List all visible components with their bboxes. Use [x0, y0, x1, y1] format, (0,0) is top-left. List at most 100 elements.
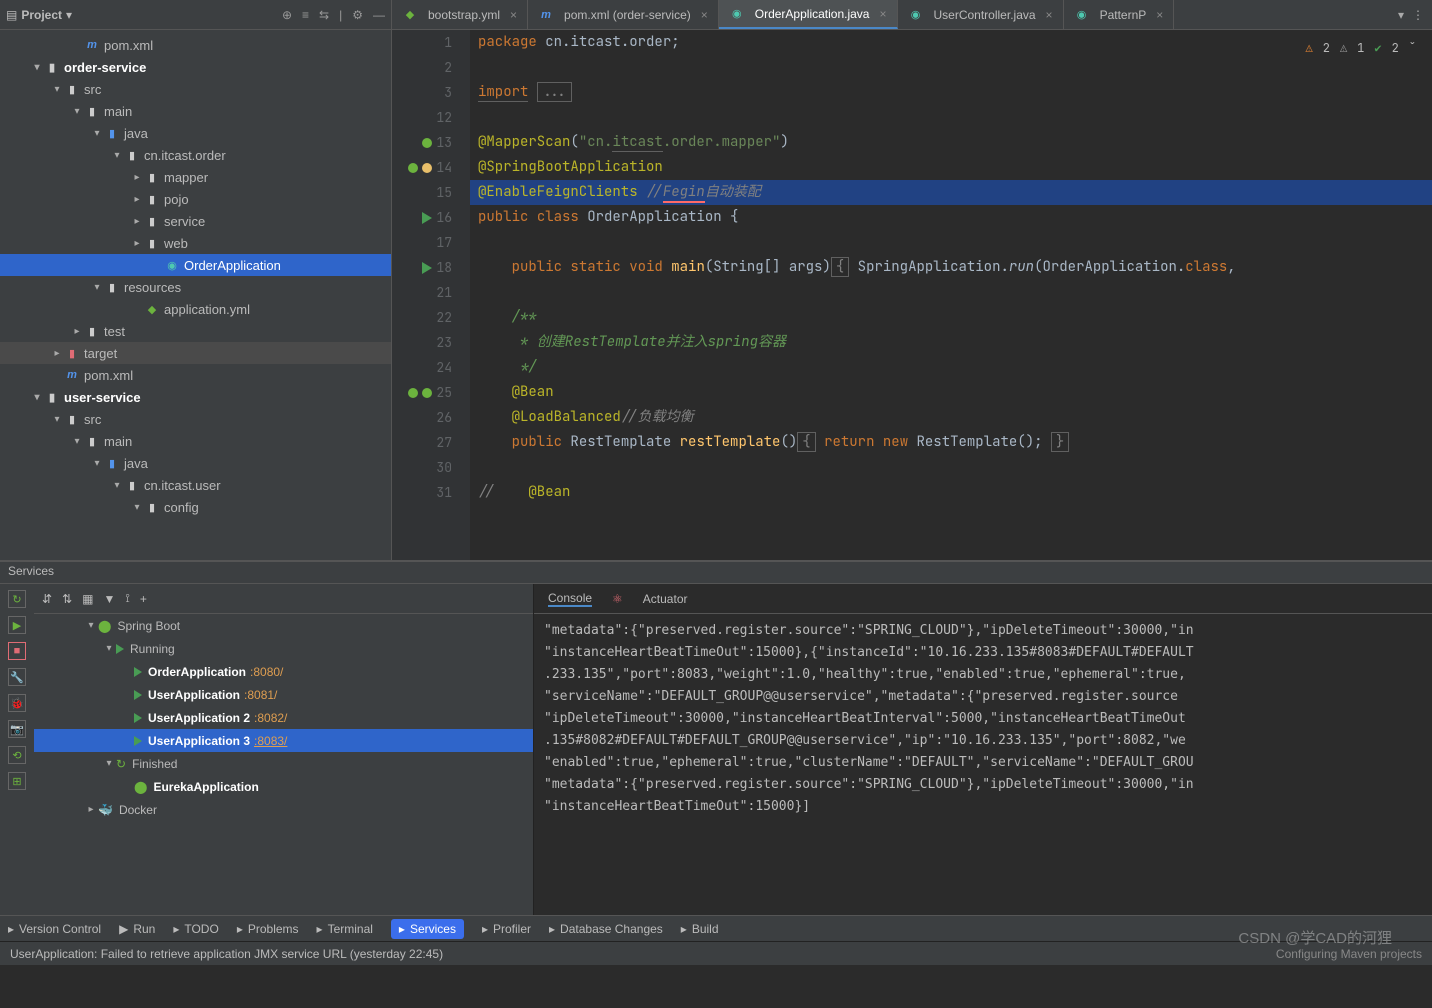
- tree-item[interactable]: ▸▮service: [0, 210, 391, 232]
- tree-item[interactable]: ◆application.yml: [0, 298, 391, 320]
- tree-item[interactable]: ◉OrderApplication: [0, 254, 391, 276]
- twisty-icon[interactable]: ▸: [50, 348, 64, 359]
- close-icon[interactable]: ×: [701, 8, 708, 22]
- code-line[interactable]: [470, 105, 1432, 130]
- twisty-icon[interactable]: ▸: [70, 326, 84, 337]
- twisty-icon[interactable]: ▸: [130, 216, 144, 227]
- tool-window-bar[interactable]: ▸Version Control▶Run▸TODO▸Problems▸Termi…: [0, 915, 1432, 941]
- run-icon[interactable]: [422, 212, 432, 224]
- tree-item[interactable]: ▸▮mapper: [0, 166, 391, 188]
- bulb-icon[interactable]: [422, 163, 432, 173]
- add-icon[interactable]: +: [140, 592, 147, 606]
- service-item[interactable]: ▾⬤Spring Boot: [34, 614, 533, 637]
- nav-icon[interactable]: [408, 388, 418, 398]
- expand-all-icon[interactable]: ⇵: [42, 592, 52, 606]
- editor-tab[interactable]: ◉PatternP×: [1064, 0, 1175, 29]
- code-line[interactable]: import ...: [470, 80, 1432, 105]
- service-item[interactable]: OrderApplication:8080/: [34, 660, 533, 683]
- locate-icon[interactable]: ⊕: [282, 8, 292, 22]
- service-port[interactable]: :8080/: [250, 665, 283, 679]
- service-item[interactable]: ▸🐳Docker: [34, 798, 533, 821]
- tree-item[interactable]: ▾▮order-service: [0, 56, 391, 78]
- tree-item[interactable]: ▾▮config: [0, 496, 391, 518]
- tool-window-button[interactable]: ▸Problems: [237, 922, 299, 936]
- service-port[interactable]: :8082/: [254, 711, 287, 725]
- tool-window-button[interactable]: ▸Version Control: [8, 922, 101, 936]
- twisty-icon[interactable]: ▾: [70, 106, 84, 117]
- code-line[interactable]: */: [470, 355, 1432, 380]
- tool-window-button[interactable]: ▸Profiler: [482, 922, 531, 936]
- actuator-tab[interactable]: Actuator: [643, 592, 688, 606]
- tree-item[interactable]: ▾▮java: [0, 452, 391, 474]
- editor-tab[interactable]: ◉OrderApplication.java×: [719, 0, 898, 29]
- twisty-icon[interactable]: ▾: [84, 620, 98, 631]
- service-item[interactable]: UserApplication 3:8083/: [34, 729, 533, 752]
- chevron-down-icon[interactable]: ▾: [66, 8, 72, 22]
- code-line[interactable]: @LoadBalanced//负载均衡: [470, 405, 1432, 430]
- close-icon[interactable]: ×: [510, 8, 517, 22]
- code-line[interactable]: /**: [470, 305, 1432, 330]
- code-line[interactable]: public class OrderApplication {: [470, 205, 1432, 230]
- bookmark-icon[interactable]: ⟟: [125, 591, 129, 606]
- code-line[interactable]: [470, 230, 1432, 255]
- code-line[interactable]: [470, 55, 1432, 80]
- nav-icon[interactable]: [422, 138, 432, 148]
- tree-item[interactable]: ▾▮src: [0, 78, 391, 100]
- twisty-icon[interactable]: ▾: [30, 392, 44, 403]
- filter-icon[interactable]: ▼: [103, 592, 115, 606]
- collapse-icon[interactable]: ⇆: [319, 8, 329, 22]
- twisty-icon[interactable]: ▸: [130, 172, 144, 183]
- more-icon[interactable]: ⊞: [8, 772, 26, 790]
- service-item[interactable]: ▾Running: [34, 637, 533, 660]
- collapse-all-icon[interactable]: ⇅: [62, 592, 72, 606]
- service-item[interactable]: ▾↻Finished: [34, 752, 533, 775]
- code-line[interactable]: @SpringBootApplication: [470, 155, 1432, 180]
- twisty-icon[interactable]: ▾: [70, 436, 84, 447]
- code-area[interactable]: ⚠2 ⚠1 ✔2 ˇ package cn.itcast.order;impor…: [470, 30, 1432, 560]
- tree-item[interactable]: ▾▮main: [0, 430, 391, 452]
- code-line[interactable]: public static void main(String[] args){ …: [470, 255, 1432, 280]
- code-line[interactable]: @MapperScan("cn.itcast.order.mapper"): [470, 130, 1432, 155]
- nav-icon[interactable]: [408, 163, 418, 173]
- tree-item[interactable]: ▾▮main: [0, 100, 391, 122]
- tree-item[interactable]: ▸▮web: [0, 232, 391, 254]
- tree-item[interactable]: ▸▮test: [0, 320, 391, 342]
- code-line[interactable]: public RestTemplate restTemplate(){ retu…: [470, 430, 1432, 455]
- tree-item[interactable]: mpom.xml: [0, 34, 391, 56]
- twisty-icon[interactable]: ▾: [130, 502, 144, 513]
- twisty-icon[interactable]: ▾: [50, 84, 64, 95]
- code-line[interactable]: // @Bean: [470, 480, 1432, 505]
- twisty-icon[interactable]: ▸: [84, 804, 98, 815]
- bug-icon[interactable]: 🐞: [8, 694, 26, 712]
- tree-item[interactable]: ▾▮src: [0, 408, 391, 430]
- twisty-icon[interactable]: ▾: [102, 643, 116, 654]
- rerun-icon[interactable]: ↻: [8, 590, 26, 608]
- twisty-icon[interactable]: ▾: [50, 414, 64, 425]
- service-port[interactable]: :8081/: [244, 688, 277, 702]
- close-icon[interactable]: ×: [879, 7, 886, 21]
- tree-item[interactable]: ▾▮cn.itcast.order: [0, 144, 391, 166]
- wrench-icon[interactable]: 🔧: [8, 668, 26, 686]
- tree-item[interactable]: ▸▮pojo: [0, 188, 391, 210]
- project-tree[interactable]: mpom.xml▾▮order-service▾▮src▾▮main▾▮java…: [0, 30, 391, 560]
- code-line[interactable]: @EnableFeignClients //Fegin自动装配: [470, 180, 1432, 205]
- twisty-icon[interactable]: ▸: [130, 238, 144, 249]
- stop-icon[interactable]: ■: [8, 642, 26, 660]
- console-output[interactable]: "metadata":{"preserved.register.source":…: [534, 614, 1432, 915]
- tool-window-button[interactable]: ▸Database Changes: [549, 922, 663, 936]
- code-line[interactable]: [470, 280, 1432, 305]
- code-line[interactable]: * 创建RestTemplate并注入spring容器: [470, 330, 1432, 355]
- twisty-icon[interactable]: ▾: [102, 758, 116, 769]
- tree-item[interactable]: ▾▮java: [0, 122, 391, 144]
- close-icon[interactable]: ×: [1156, 8, 1163, 22]
- code-line[interactable]: @Bean: [470, 380, 1432, 405]
- editor-tabs[interactable]: ◆bootstrap.yml×mpom.xml (order-service)×…: [392, 0, 1432, 30]
- editor-tab[interactable]: ◉UserController.java×: [898, 0, 1064, 29]
- inspection-widget[interactable]: ⚠2 ⚠1 ✔2 ˇ: [1300, 34, 1422, 63]
- console-tab[interactable]: Console: [548, 591, 592, 607]
- expand-icon[interactable]: ≡: [302, 8, 309, 22]
- tree-item[interactable]: ▾▮user-service: [0, 386, 391, 408]
- tool-window-button[interactable]: ▸Services: [391, 919, 464, 939]
- twisty-icon[interactable]: ▾: [90, 282, 104, 293]
- tool-window-button[interactable]: ▶Run: [119, 922, 155, 936]
